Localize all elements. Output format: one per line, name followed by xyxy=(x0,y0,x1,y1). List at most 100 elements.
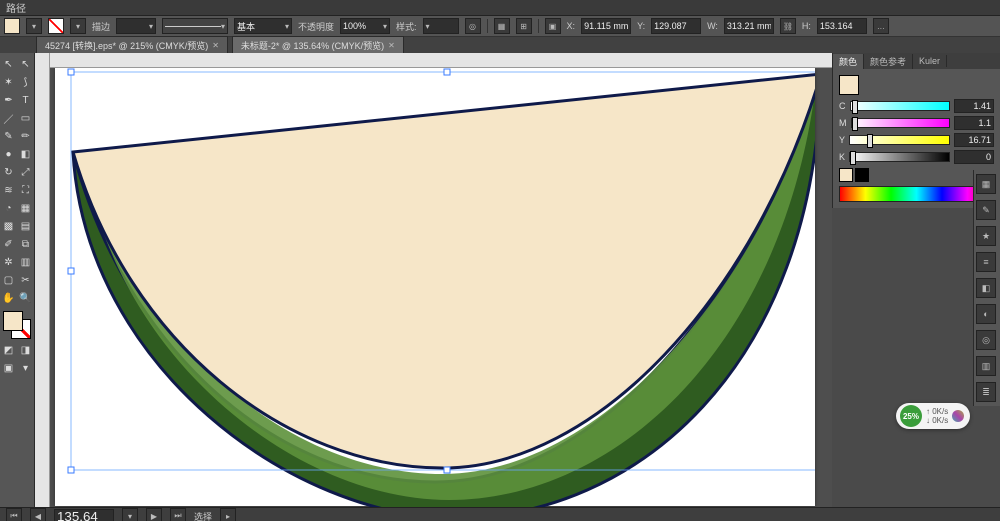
artboard-nav-first-icon[interactable]: ⏮ xyxy=(6,508,22,521)
perspective-tool-icon[interactable]: ▦ xyxy=(17,199,34,217)
mini-fill-stroke[interactable] xyxy=(839,75,994,95)
magic-wand-tool-icon[interactable]: ✶ xyxy=(0,73,17,91)
tab-color-guide[interactable]: 颜色参考 xyxy=(864,54,913,69)
doc-tab-1[interactable]: 45274 [转换].eps* @ 215% (CMYK/预览) ✕ xyxy=(36,36,228,53)
color-panel-tabs: 颜色 颜色参考 Kuler xyxy=(833,53,1000,69)
gradient-tool-icon[interactable]: ▤ xyxy=(17,217,34,235)
selection-tool-icon[interactable]: ↖ xyxy=(0,55,17,73)
transform-icon[interactable]: ⊞ xyxy=(516,18,532,34)
h-label: H: xyxy=(802,21,811,31)
recolor-icon[interactable]: ◎ xyxy=(465,18,481,34)
line-tool-icon[interactable]: ／ xyxy=(0,109,17,127)
slice-tool-icon[interactable]: ✂ xyxy=(17,271,34,289)
stroke-swatch[interactable] xyxy=(48,18,64,34)
screen-mode-icon[interactable]: ▣ xyxy=(0,359,17,377)
fill-swatch[interactable] xyxy=(4,18,20,34)
fill-menu[interactable]: ▾ xyxy=(26,18,42,34)
mini-black[interactable] xyxy=(855,168,869,182)
zoom-input[interactable] xyxy=(54,509,114,521)
scale-tool-icon[interactable]: ⤢ xyxy=(17,163,34,181)
symbol-sprayer-tool-icon[interactable]: ✲ xyxy=(0,253,17,271)
x-input[interactable] xyxy=(581,18,631,34)
zoom-menu-icon[interactable]: ▾ xyxy=(122,508,138,521)
status-menu-icon[interactable]: ▸ xyxy=(220,508,236,521)
opacity-input[interactable]: 100% xyxy=(340,18,390,34)
m-slider[interactable] xyxy=(851,118,951,128)
type-tool-icon[interactable]: T xyxy=(17,91,34,109)
pen-tool-icon[interactable]: ✒ xyxy=(0,91,17,109)
mini-white[interactable] xyxy=(839,168,853,182)
brush-definition[interactable]: 基本 xyxy=(234,18,292,34)
artboard-nav-prev-icon[interactable]: ◀ xyxy=(30,508,46,521)
close-icon[interactable]: ✕ xyxy=(212,41,219,50)
artboard-nav-last-icon[interactable]: ⏭ xyxy=(170,508,186,521)
y-slider[interactable] xyxy=(849,135,950,145)
eraser-tool-icon[interactable]: ◧ xyxy=(17,145,34,163)
k-slider[interactable] xyxy=(849,152,950,162)
zoom-tool-icon[interactable]: 🔍 xyxy=(17,289,34,307)
panel-icon-graphic-styles[interactable]: ▥ xyxy=(976,356,996,376)
column-graph-tool-icon[interactable]: ▥ xyxy=(17,253,34,271)
tab-kuler[interactable]: Kuler xyxy=(913,55,947,67)
more-options-icon[interactable]: … xyxy=(873,18,889,34)
panel-icon-gradient[interactable]: ◧ xyxy=(976,278,996,298)
ruler-horizontal[interactable] xyxy=(49,53,832,68)
y-label: Y: xyxy=(637,21,645,31)
pencil-tool-icon[interactable]: ✏ xyxy=(17,127,34,145)
shape-builder-tool-icon[interactable]: ◔ xyxy=(0,199,17,217)
change-screen-icon[interactable]: ▾ xyxy=(17,359,34,377)
tab-color[interactable]: 颜色 xyxy=(833,54,864,69)
workspace: ↖ ↖ ✶ ⟆ ✒ T ／ ▭ ✎ ✏ ● ◧ ↻ ⤢ ≋ ⛶ xyxy=(0,53,1000,507)
spectrum-bar[interactable] xyxy=(839,186,994,202)
close-icon[interactable]: ✕ xyxy=(388,41,395,50)
doc-tab-2[interactable]: 未标题-2* @ 135.64% (CMYK/预览) ✕ xyxy=(232,36,404,53)
m-value[interactable] xyxy=(954,116,994,130)
panel-icon-transparency[interactable]: ◐ xyxy=(976,304,996,324)
paintbrush-tool-icon[interactable]: ✎ xyxy=(0,127,17,145)
panel-icon-stroke[interactable]: ≡ xyxy=(976,252,996,272)
width-tool-icon[interactable]: ≋ xyxy=(0,181,17,199)
w-input[interactable] xyxy=(724,18,774,34)
panel-icon-symbols[interactable]: ★ xyxy=(976,226,996,246)
rectangle-tool-icon[interactable]: ▭ xyxy=(17,109,34,127)
status-bar: ⏮ ◀ ▾ ▶ ⏭ 选择 ▸ xyxy=(0,507,1000,521)
align-icon[interactable]: ▦ xyxy=(494,18,510,34)
stroke-menu[interactable]: ▾ xyxy=(70,18,86,34)
color-mode-icon[interactable]: ◩ xyxy=(0,341,17,359)
y-value[interactable] xyxy=(954,133,994,147)
rotate-tool-icon[interactable]: ↻ xyxy=(0,163,17,181)
fill-stroke-indicator[interactable] xyxy=(3,311,31,339)
lock-ratio-icon[interactable]: ⛓ xyxy=(780,18,796,34)
mini-fill[interactable] xyxy=(839,75,859,95)
blend-tool-icon[interactable]: ⧉ xyxy=(17,235,34,253)
stroke-weight-input[interactable] xyxy=(116,18,156,34)
mesh-tool-icon[interactable]: ▩ xyxy=(0,217,17,235)
direct-selection-tool-icon[interactable]: ↖ xyxy=(17,55,34,73)
y-input[interactable] xyxy=(651,18,701,34)
gradient-mode-icon[interactable]: ◨ xyxy=(17,341,34,359)
stroke-line-preview[interactable] xyxy=(162,18,228,34)
panel-icon-appearance[interactable]: ◎ xyxy=(976,330,996,350)
artboard-nav-next-icon[interactable]: ▶ xyxy=(146,508,162,521)
lasso-tool-icon[interactable]: ⟆ xyxy=(17,73,34,91)
flesh-path[interactable] xyxy=(73,74,815,468)
panel-icon-swatches[interactable]: ▦ xyxy=(976,174,996,194)
xy-origin-icon[interactable]: ▣ xyxy=(545,18,561,34)
k-value[interactable] xyxy=(954,150,994,164)
eyedropper-tool-icon[interactable]: ✐ xyxy=(0,235,17,253)
ruler-vertical[interactable] xyxy=(35,53,50,507)
graphic-style[interactable] xyxy=(423,18,459,34)
free-transform-tool-icon[interactable]: ⛶ xyxy=(17,181,34,199)
blob-brush-tool-icon[interactable]: ● xyxy=(0,145,17,163)
panel-icon-layers[interactable]: ≣ xyxy=(976,382,996,402)
h-input[interactable] xyxy=(817,18,867,34)
c-value[interactable] xyxy=(954,99,994,113)
hand-tool-icon[interactable]: ✋ xyxy=(0,289,17,307)
c-slider[interactable] xyxy=(850,101,951,111)
panel-icon-brushes[interactable]: ✎ xyxy=(976,200,996,220)
network-usage-badge[interactable]: 25% ↑ 0K/s ↓ 0K/s xyxy=(896,403,970,429)
artboard[interactable] xyxy=(55,68,815,506)
artboard-viewport[interactable] xyxy=(49,68,832,507)
artboard-tool-icon[interactable]: ▢ xyxy=(0,271,17,289)
fill-indicator[interactable] xyxy=(3,311,23,331)
